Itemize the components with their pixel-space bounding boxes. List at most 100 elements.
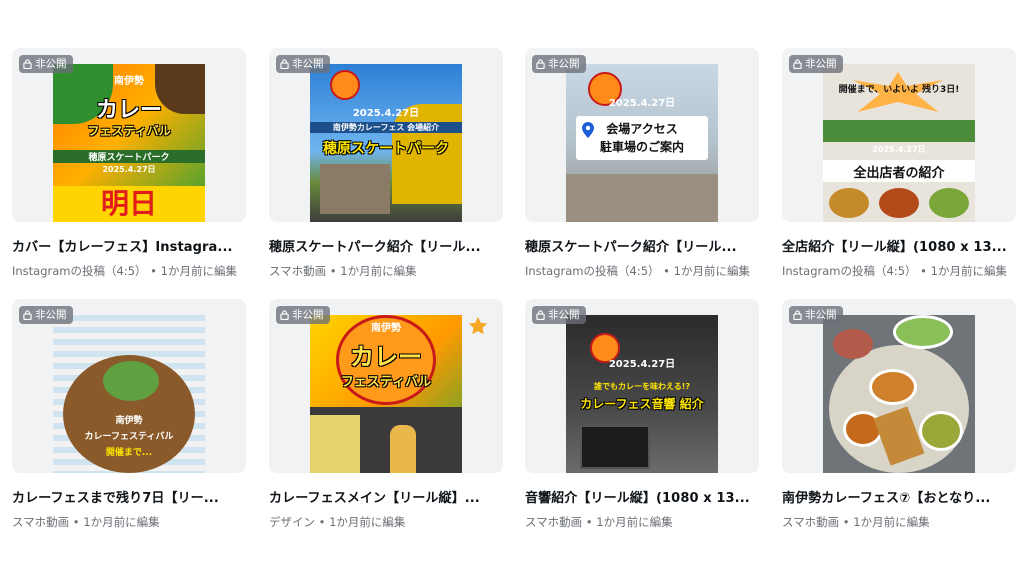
design-meta: スマホ動画 • 1か月前に編集 (782, 514, 1016, 530)
badge-label: 非公開 (35, 309, 67, 321)
badge-label: 非公開 (292, 58, 324, 70)
private-badge: 非公開 (789, 306, 843, 324)
design-type: Instagramの投稿（4:5） (12, 264, 147, 278)
thumbnail-container[interactable]: 非公開 2025.4.27日 南伊勢カレーフェス 会場紹介 穂原スケートパーク (269, 48, 503, 222)
design-meta: Instagramの投稿（4:5） • 1か月前に編集 (12, 263, 246, 279)
thumbnail-image: 南伊勢 カレー フェスティバル 穂原スケートパーク 2025.4.27日 明日 (53, 64, 205, 222)
private-badge: 非公開 (276, 306, 330, 324)
lock-icon (280, 310, 289, 320)
design-type: スマホ動画 (12, 515, 70, 529)
meta-separator: • (326, 264, 341, 278)
thumb-text: 全出店者の紹介 (853, 166, 945, 181)
badge-label: 非公開 (292, 309, 324, 321)
thumb-text: カレー (95, 98, 162, 123)
badge-label: 非公開 (548, 309, 580, 321)
design-type: デザイン (269, 515, 315, 529)
lock-icon (280, 59, 289, 69)
thumbnail-image: 2025.4.27日 誰でもカレーを味わえる!? カレーフェス音響 紹介 (566, 315, 718, 473)
design-card[interactable]: 非公開 南伊勢 カレー フェスティバル カレーフェスメイン【リール縦】... デ… (269, 299, 503, 530)
lock-icon (23, 310, 32, 320)
badge-label: 非公開 (805, 58, 837, 70)
lock-icon (23, 59, 32, 69)
edited-time: 1か月前に編集 (160, 264, 237, 278)
thumbnail-image (823, 315, 975, 473)
edited-time: 1か月前に編集 (673, 264, 750, 278)
thumb-text: フェスティバル (87, 124, 171, 138)
thumb-text: 2025.4.27日 (352, 108, 420, 119)
thumb-text: 2025.4.27日 (102, 165, 156, 174)
thumbnail-container[interactable]: 非公開 南伊勢 カレー フェスティバル 穂原スケートパーク 2025.4.27日… (12, 48, 246, 222)
private-badge: 非公開 (19, 55, 73, 73)
design-meta: Instagramの投稿（4:5） • 1か月前に編集 (525, 263, 759, 279)
design-type: Instagramの投稿（4:5） (782, 264, 917, 278)
design-title[interactable]: 穂原スケートパーク紹介【リール... (269, 236, 503, 255)
private-badge: 非公開 (532, 55, 586, 73)
design-meta: デザイン • 1か月前に編集 (269, 514, 503, 530)
thumbnail-image: 開催まで、いよいよ 残り3日! 2025.4.27日 全出店者の紹介 (823, 64, 975, 222)
design-title[interactable]: 南伊勢カレーフェス⑦【おとなり... (782, 487, 1016, 506)
design-title[interactable]: カレーフェスメイン【リール縦】... (269, 487, 503, 506)
thumb-text: 会場アクセス (606, 122, 678, 136)
thumbnail-container[interactable]: 非公開 2025.4.27日 誰でもカレーを味わえる!? カレーフェス音響 紹介 (525, 299, 759, 473)
meta-separator: • (315, 515, 330, 529)
lock-icon (536, 310, 545, 320)
thumb-text: 開催まで、いよいよ 残り3日! (838, 85, 960, 95)
meta-separator: • (659, 264, 674, 278)
thumbnail-container[interactable]: 非公開 南伊勢 カレーフェスティバル 開催まで... (12, 299, 246, 473)
private-badge: 非公開 (789, 55, 843, 73)
edited-time: 1か月前に編集 (930, 264, 1007, 278)
design-card[interactable]: 非公開 南伊勢 カレーフェスティバル 開催まで... カレーフェスまで残り7日【… (12, 299, 246, 530)
badge-label: 非公開 (548, 58, 580, 70)
thumb-text: 2025.4.27日 (872, 145, 926, 154)
design-card[interactable]: 非公開 2025.4.27日 南伊勢カレーフェス 会場紹介 穂原スケートパーク … (269, 48, 503, 279)
meta-separator: • (146, 264, 161, 278)
thumb-text: 南伊勢 (115, 416, 143, 426)
thumb-text: 穂原スケートパーク (323, 141, 449, 157)
private-badge: 非公開 (19, 306, 73, 324)
thumb-text: 誰でもカレーを味わえる!? (593, 382, 691, 391)
thumb-text: カレー (350, 343, 422, 371)
design-meta: スマホ動画 • 1か月前に編集 (12, 514, 246, 530)
design-title[interactable]: カバー【カレーフェス】Instagra... (12, 236, 246, 255)
lock-icon (793, 310, 802, 320)
thumb-text: 南伊勢 (371, 323, 401, 334)
meta-separator: • (916, 264, 931, 278)
thumb-text: フェスティバル (340, 375, 432, 390)
design-title[interactable]: カレーフェスまで残り7日【リー... (12, 487, 246, 506)
design-card[interactable]: 非公開 南伊勢カレーフェス⑦【おとなり... スマホ動画 • 1か月前に編集 (782, 299, 1016, 530)
design-type: スマホ動画 (269, 264, 327, 278)
badge-label: 非公開 (35, 58, 67, 70)
edited-time: 1か月前に編集 (329, 515, 406, 529)
badge-label: 非公開 (805, 309, 837, 321)
private-badge: 非公開 (532, 306, 586, 324)
thumbnail-container[interactable]: 非公開 南伊勢 カレー フェスティバル (269, 299, 503, 473)
design-card[interactable]: 非公開 2025.4.27日 誰でもカレーを味わえる!? カレーフェス音響 紹介… (525, 299, 759, 530)
thumb-text: 2025.4.27日 (608, 359, 676, 370)
design-meta: スマホ動画 • 1か月前に編集 (525, 514, 759, 530)
edited-time: 1か月前に編集 (340, 264, 417, 278)
thumb-text: カレーフェスティバル (84, 432, 174, 442)
meta-separator: • (69, 515, 84, 529)
lock-icon (536, 59, 545, 69)
design-card[interactable]: 非公開 開催まで、いよいよ 残り3日! 2025.4.27日 全出店者の紹介 全… (782, 48, 1016, 279)
design-type: スマホ動画 (782, 515, 840, 529)
thumbnail-container[interactable]: 非公開 (782, 299, 1016, 473)
design-title[interactable]: 音響紹介【リール縦】(1080 x 13... (525, 487, 759, 506)
thumbnail-image: 南伊勢 カレーフェスティバル 開催まで... (53, 315, 205, 473)
thumb-text: 南伊勢 (114, 76, 144, 87)
thumb-text: 2025.4.27日 (608, 98, 676, 109)
thumb-text: カレーフェス音響 紹介 (580, 397, 704, 411)
design-card[interactable]: 非公開 南伊勢 カレー フェスティバル 穂原スケートパーク 2025.4.27日… (12, 48, 246, 279)
design-title[interactable]: 穂原スケートパーク紹介【リール... (525, 236, 759, 255)
design-title[interactable]: 全店紹介【リール縦】(1080 x 13... (782, 236, 1016, 255)
thumbnail-container[interactable]: 非公開 2025.4.27日 会場アクセス 駐車場のご案内 (525, 48, 759, 222)
edited-time: 1か月前に編集 (853, 515, 930, 529)
design-type: スマホ動画 (525, 515, 583, 529)
design-meta: Instagramの投稿（4:5） • 1か月前に編集 (782, 263, 1016, 279)
meta-separator: • (582, 515, 597, 529)
thumbnail-container[interactable]: 非公開 開催まで、いよいよ 残り3日! 2025.4.27日 全出店者の紹介 (782, 48, 1016, 222)
star-icon[interactable] (467, 315, 489, 337)
thumbnail-image: 南伊勢 カレー フェスティバル (310, 315, 462, 473)
design-card[interactable]: 非公開 2025.4.27日 会場アクセス 駐車場のご案内 穂原スケートパーク紹… (525, 48, 759, 279)
meta-separator: • (839, 515, 854, 529)
